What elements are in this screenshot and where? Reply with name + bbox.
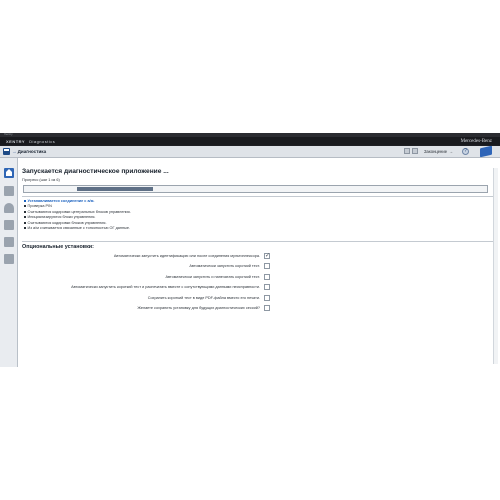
option-label-print-fault-data: Автоматически запустить короткий тест и … bbox=[71, 285, 260, 289]
breadcrumb-arrow-icon: → bbox=[12, 149, 17, 154]
product-logo-text: XENTRY bbox=[6, 139, 26, 144]
breadcrumb[interactable]: →Диагностика bbox=[12, 149, 46, 154]
bullet-icon bbox=[24, 205, 26, 208]
login-label[interactable]: Законцение bbox=[424, 149, 447, 154]
sidebar-home-icon[interactable] bbox=[4, 168, 14, 178]
option-label-auto-print: Автоматически запустить и напечатать кор… bbox=[165, 275, 260, 279]
sidebar-document-icon[interactable] bbox=[4, 220, 14, 230]
step-item: Из а/м считывается связанные с тонсиност… bbox=[24, 226, 131, 231]
progress-bar-fill bbox=[77, 187, 153, 191]
company-logo: Mercedes-Benz bbox=[460, 139, 492, 144]
option-label-auto-quicktest: Автоматически запустить короткий тест. bbox=[189, 264, 260, 268]
vertical-scrollbar[interactable] bbox=[493, 168, 498, 364]
bullet-icon bbox=[24, 200, 26, 202]
sidebar bbox=[0, 158, 18, 367]
login-arrow-icon[interactable]: → bbox=[449, 149, 453, 154]
divider bbox=[22, 196, 494, 197]
step-label: Устанавливается соединение с а/м. bbox=[27, 199, 95, 203]
step-list: Устанавливается соединение с а/м. Провер… bbox=[24, 199, 131, 231]
progress-text: Прогресс (шаг 1 из 6) bbox=[22, 178, 60, 182]
home-button[interactable] bbox=[3, 148, 10, 155]
screen-icon[interactable] bbox=[404, 148, 410, 154]
option-checkbox-auto-identify[interactable] bbox=[264, 252, 270, 259]
divider bbox=[22, 241, 494, 242]
step-label: Проверка PIN bbox=[27, 204, 52, 209]
sidebar-list-icon[interactable] bbox=[4, 237, 14, 247]
option-checkbox-print-fault-data[interactable] bbox=[264, 284, 270, 290]
sidebar-car-icon[interactable] bbox=[4, 203, 14, 213]
page-title: Запускается диагностическое приложение .… bbox=[22, 168, 169, 175]
sidebar-edit-icon[interactable] bbox=[4, 254, 14, 264]
step-label: Считываются кодировки центральных блоков… bbox=[27, 209, 131, 214]
breadcrumb-label: Диагностика bbox=[17, 149, 47, 154]
product-brand: XENTRY Diagnostics bbox=[6, 139, 55, 144]
option-label-auto-identify: Автоматически запустить идентификацию ил… bbox=[113, 254, 260, 258]
option-checkbox-save-settings[interactable] bbox=[264, 305, 270, 311]
bullet-icon bbox=[24, 227, 26, 230]
sidebar-building-icon[interactable] bbox=[4, 186, 14, 196]
step-label: Инициализируются блоки управления. bbox=[27, 215, 96, 220]
step-label: Считываются кодировки блоков управления. bbox=[27, 220, 107, 225]
step-label: Из а/м считывается связанные с тонсиност… bbox=[27, 226, 131, 231]
option-checkbox-auto-quicktest[interactable] bbox=[264, 263, 270, 269]
bullet-icon bbox=[24, 216, 26, 219]
option-label-save-settings: Желаете сохранить установку для будущих … bbox=[137, 306, 260, 310]
option-label-save-pdf: Сохранить короткий тест в виде PDF-файла… bbox=[147, 296, 260, 300]
brand-bar bbox=[0, 137, 500, 145]
bullet-icon bbox=[24, 210, 26, 213]
options-title: Опциональные установки: bbox=[22, 244, 94, 250]
product-name: Diagnostics bbox=[29, 139, 56, 144]
option-checkbox-save-pdf[interactable] bbox=[264, 295, 270, 301]
bullet-icon bbox=[24, 221, 26, 224]
help-icon[interactable]: ? bbox=[462, 148, 469, 155]
print-icon[interactable] bbox=[412, 148, 418, 154]
option-checkbox-auto-print[interactable] bbox=[264, 274, 270, 280]
window-title: Xentry bbox=[4, 132, 13, 136]
